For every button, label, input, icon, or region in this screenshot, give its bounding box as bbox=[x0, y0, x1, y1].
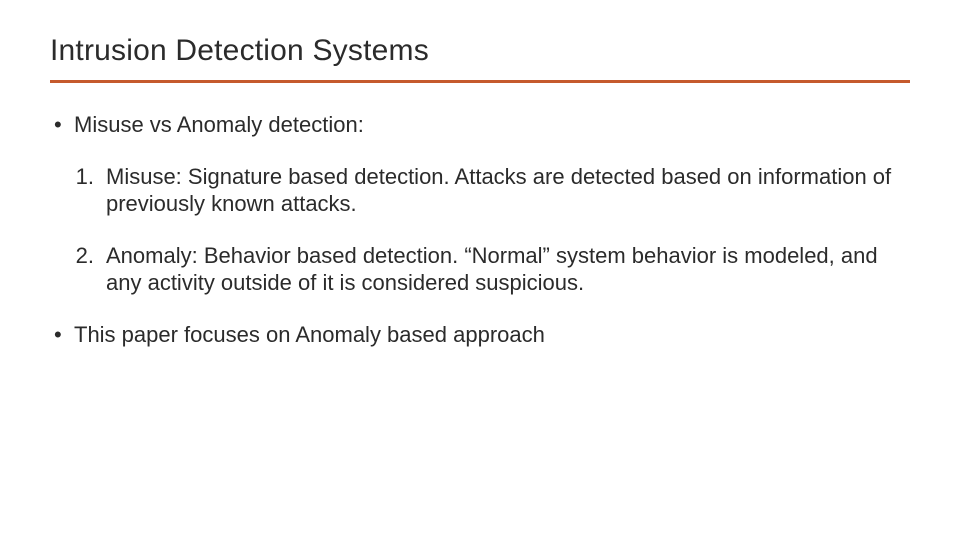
item-number: 1. bbox=[58, 163, 94, 191]
item-number: 2. bbox=[58, 242, 94, 270]
item-text: Anomaly: Behavior based detection. “Norm… bbox=[106, 243, 878, 296]
bullet-text: This paper focuses on Anomaly based appr… bbox=[74, 322, 545, 347]
numbered-item: 1. Misuse: Signature based detection. At… bbox=[50, 163, 910, 218]
bullet-item: This paper focuses on Anomaly based appr… bbox=[50, 321, 910, 349]
title-underline bbox=[50, 80, 910, 83]
numbered-item: 2. Anomaly: Behavior based detection. “N… bbox=[50, 242, 910, 297]
bullet-text: Misuse vs Anomaly detection: bbox=[74, 112, 364, 137]
slide-content: Misuse vs Anomaly detection: 1. Misuse: … bbox=[50, 111, 910, 348]
item-text: Misuse: Signature based detection. Attac… bbox=[106, 164, 891, 217]
bullet-item: Misuse vs Anomaly detection: bbox=[50, 111, 910, 139]
slide-title: Intrusion Detection Systems bbox=[50, 34, 910, 78]
slide: Intrusion Detection Systems Misuse vs An… bbox=[0, 0, 960, 540]
